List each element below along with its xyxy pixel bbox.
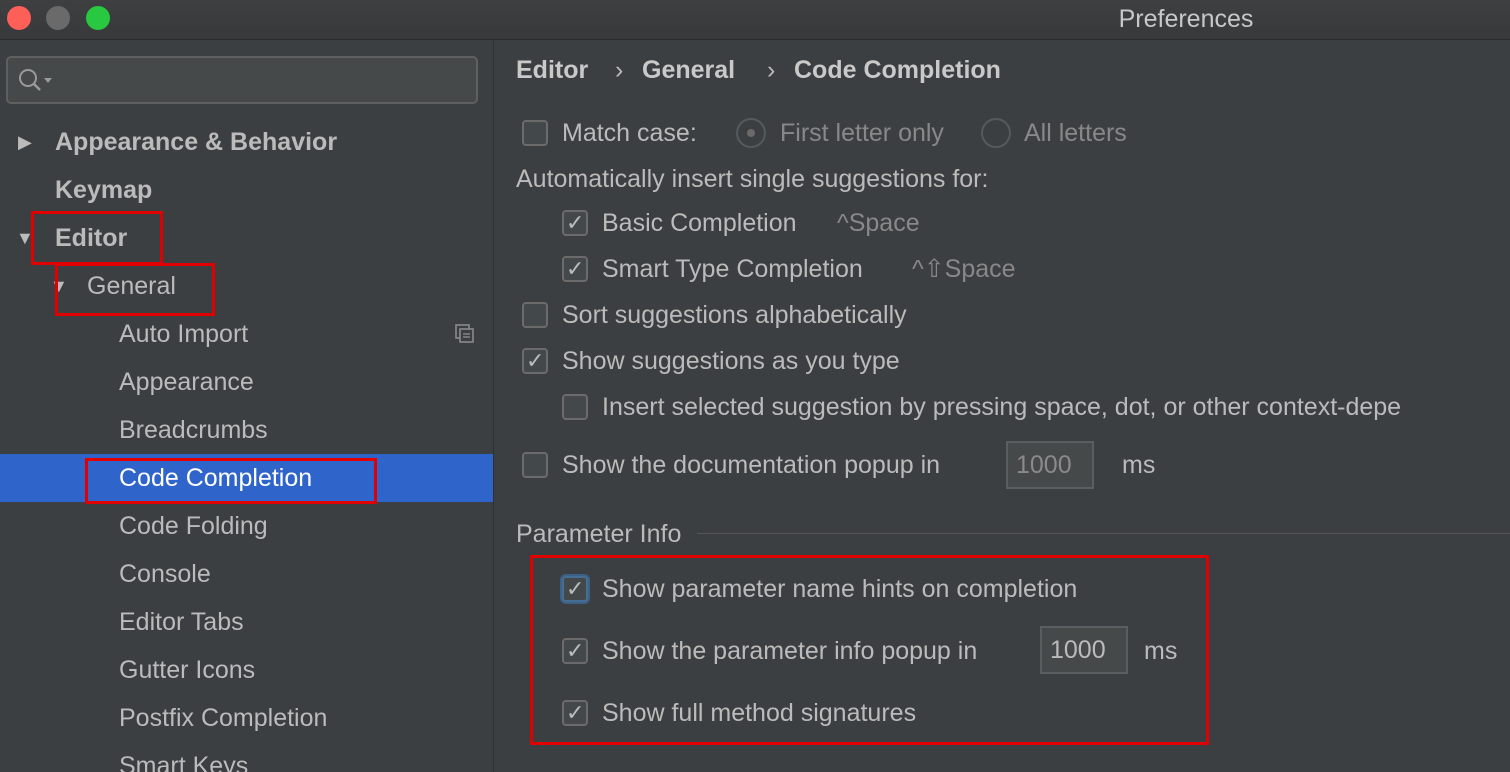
match-case-label: Match case:	[562, 119, 697, 147]
maximize-window-button[interactable]	[86, 6, 110, 30]
sidebar-item-code-completion[interactable]: Code Completion	[0, 454, 493, 502]
sidebar-item-label: Appearance & Behavior	[55, 128, 338, 156]
sidebar-item-editor[interactable]: ▼ Editor	[0, 214, 493, 262]
window-title: Preferences	[1118, 5, 1254, 33]
sidebar-item-label: Auto Import	[119, 320, 249, 348]
sidebar-item-label: Code Completion	[119, 464, 313, 492]
show-as-type-checkbox[interactable]	[522, 345, 548, 379]
settings-panel: Editor › General › Code Completion Match…	[495, 40, 1510, 772]
first-letter-radio[interactable]	[736, 118, 766, 148]
doc-popup-unit: ms	[1122, 451, 1156, 479]
info-popup-delay-field[interactable]: 1000	[1040, 626, 1128, 674]
sidebar-item-label: Editor Tabs	[119, 608, 244, 636]
insert-selected-label: Insert selected suggestion by pressing s…	[602, 393, 1402, 421]
settings-sidebar: ▶ Appearance & Behavior Keymap ▼ Editor …	[0, 40, 494, 772]
sidebar-item-label: Smart Keys	[119, 752, 249, 772]
show-as-type-label: Show suggestions as you type	[562, 347, 900, 375]
sidebar-item-label: Console	[119, 560, 211, 588]
match-case-checkbox[interactable]	[522, 120, 548, 146]
parameter-info-section-title: Parameter Info	[516, 520, 682, 548]
sidebar-item-label: Keymap	[55, 176, 153, 204]
section-divider	[697, 533, 1510, 534]
sidebar-item-smart-keys[interactable]: Smart Keys	[0, 742, 493, 772]
full-signatures-label: Show full method signatures	[602, 699, 917, 727]
sidebar-item-appearance-behavior[interactable]: ▶ Appearance & Behavior	[0, 118, 493, 166]
sidebar-item-postfix-completion[interactable]: Postfix Completion	[0, 694, 493, 742]
doc-popup-row: Show the documentation popup in 1000 ms	[522, 441, 1162, 496]
doc-popup-delay-field[interactable]: 1000	[1006, 441, 1094, 489]
info-popup-row: Show the parameter info popup in 1000 ms	[562, 626, 1202, 674]
sort-alpha-checkbox[interactable]	[522, 302, 548, 328]
show-as-type-row: Show suggestions as you type	[522, 344, 1002, 379]
basic-completion-checkbox[interactable]	[562, 207, 588, 241]
close-window-button[interactable]	[7, 6, 31, 30]
name-hints-label: Show parameter name hints on completion	[602, 575, 1078, 603]
breadcrumb-item-editor[interactable]: Editor	[516, 56, 588, 85]
sidebar-item-general[interactable]: ▼ General	[0, 262, 493, 310]
title-bar: Preferences	[0, 0, 1510, 40]
sidebar-item-code-folding[interactable]: Code Folding	[0, 502, 493, 550]
smart-type-checkbox[interactable]	[562, 253, 588, 287]
smart-type-row: Smart Type Completion ^⇧Space	[562, 252, 1082, 287]
match-case-row: Match case: First letter only All letter…	[522, 116, 1202, 150]
doc-popup-checkbox[interactable]	[522, 452, 548, 478]
sidebar-item-appearance[interactable]: Appearance	[0, 358, 493, 406]
full-signatures-row: Show full method signatures	[562, 696, 1062, 731]
name-hints-checkbox[interactable]	[562, 573, 588, 607]
sidebar-item-label: General	[87, 272, 176, 300]
breadcrumb-item-code-completion: Code Completion	[794, 56, 1001, 84]
first-letter-label: First letter only	[780, 119, 944, 147]
project-settings-icon	[455, 324, 474, 343]
collapse-arrow-icon[interactable]: ▼	[16, 214, 34, 262]
doc-popup-label: Show the documentation popup in	[562, 451, 941, 479]
sidebar-item-label: Editor	[55, 224, 128, 252]
sidebar-item-editor-tabs[interactable]: Editor Tabs	[0, 598, 493, 646]
insert-selected-row: Insert selected suggestion by pressing s…	[562, 390, 1510, 424]
all-letters-radio[interactable]	[981, 118, 1011, 148]
search-input[interactable]	[6, 56, 478, 104]
breadcrumb-item-general[interactable]: General	[642, 56, 735, 85]
sidebar-item-keymap[interactable]: Keymap	[0, 166, 493, 214]
info-popup-checkbox[interactable]	[562, 635, 588, 669]
info-popup-unit: ms	[1144, 637, 1178, 665]
sidebar-item-label: Postfix Completion	[119, 704, 328, 732]
sidebar-item-label: Breadcrumbs	[119, 416, 268, 444]
breadcrumb-separator: ›	[615, 56, 624, 84]
insert-selected-checkbox[interactable]	[562, 394, 588, 420]
basic-completion-row: Basic Completion ^Space	[562, 206, 1062, 241]
breadcrumb-separator: ›	[767, 56, 776, 84]
basic-completion-shortcut: ^Space	[837, 209, 920, 237]
basic-completion-label: Basic Completion	[602, 209, 797, 237]
sidebar-item-label: Appearance	[119, 368, 254, 396]
sort-alpha-label: Sort suggestions alphabetically	[562, 301, 907, 329]
sidebar-item-console[interactable]: Console	[0, 550, 493, 598]
sidebar-item-gutter-icons[interactable]: Gutter Icons	[0, 646, 493, 694]
sidebar-item-label: Gutter Icons	[119, 656, 256, 684]
smart-type-label: Smart Type Completion	[602, 255, 863, 283]
all-letters-label: All letters	[1024, 119, 1127, 147]
name-hints-row: Show parameter name hints on completion	[562, 572, 1162, 607]
smart-type-shortcut: ^⇧Space	[912, 255, 1016, 283]
full-signatures-checkbox[interactable]	[562, 697, 588, 731]
minimize-window-button[interactable]	[46, 6, 70, 30]
sidebar-item-breadcrumbs[interactable]: Breadcrumbs	[0, 406, 493, 454]
info-popup-label: Show the parameter info popup in	[602, 637, 978, 665]
auto-insert-heading-label: Automatically insert single suggestions …	[516, 165, 989, 193]
sidebar-item-label: Code Folding	[119, 512, 268, 540]
expand-arrow-icon[interactable]: ▶	[18, 118, 32, 166]
collapse-arrow-icon[interactable]: ▼	[50, 262, 68, 310]
sort-alpha-row: Sort suggestions alphabetically	[522, 298, 1002, 332]
sidebar-item-auto-import[interactable]: Auto Import	[0, 310, 493, 358]
search-icon	[19, 69, 52, 91]
